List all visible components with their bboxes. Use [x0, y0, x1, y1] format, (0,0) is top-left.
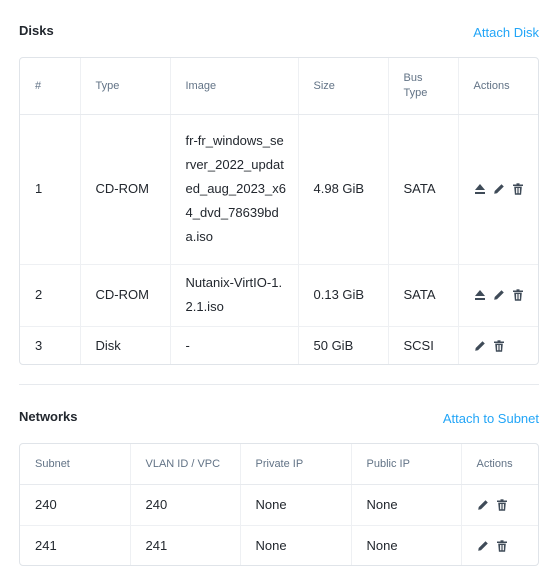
delete-icon[interactable] — [512, 289, 525, 302]
column-header-vlan: VLAN ID / VPC — [129, 444, 240, 485]
column-header-actions: Actions — [460, 444, 538, 485]
section-divider — [19, 384, 539, 385]
eject-icon[interactable] — [474, 183, 487, 196]
disk-size: 4.98 GiB — [297, 114, 388, 264]
actions-cell — [457, 263, 539, 326]
networks-header: Networks Attach to Subnet — [19, 407, 539, 426]
network-private-ip: None — [239, 524, 351, 565]
network-private-ip: None — [239, 484, 351, 525]
column-header-number: # — [20, 58, 80, 115]
disk-bus-type: SATA — [387, 114, 458, 264]
column-header-private-ip: Private IP — [239, 444, 351, 485]
column-header-type: Type — [79, 58, 170, 115]
row-actions — [477, 498, 539, 511]
disks-header: Disks Attach Disk — [19, 21, 539, 40]
disk-type: CD-ROM — [79, 263, 170, 326]
disk-image: Nutanix-VirtIO-1.2.1.iso — [169, 263, 298, 326]
row-actions — [474, 340, 539, 353]
disk-row[interactable]: 3 Disk -50 GiB SCSI — [20, 325, 539, 364]
disk-row[interactable]: 2 CD-ROM Nutanix-VirtIO-1.2.1.iso 0.13 GiB S… — [20, 263, 539, 326]
disk-number: 2 — [20, 263, 80, 326]
networks-table: Subnet VLAN ID / VPC Private IP Public I… — [19, 443, 539, 566]
networks-title: Networks — [19, 409, 78, 424]
disk-type: CD-ROM — [79, 114, 170, 264]
attach-disk-link[interactable]: Attach Disk — [473, 25, 539, 40]
network-subnet: 240 — [35, 496, 57, 512]
network-row[interactable]: 240 240 None None — [20, 484, 539, 525]
disks-table-header: # Type Image Size Bus Type Actions — [20, 58, 538, 115]
edit-icon[interactable] — [477, 539, 490, 552]
row-actions — [474, 289, 539, 302]
disks-title: Disks — [19, 23, 54, 38]
actions-cell — [460, 484, 539, 525]
network-vlan: 240 — [129, 484, 240, 525]
disk-number: 1 — [35, 181, 43, 196]
actions-cell — [457, 325, 539, 364]
disk-image: fr-fr_windows_server_2022_updated_aug_20… — [169, 114, 298, 264]
column-header-subnet: Subnet — [20, 444, 130, 485]
disks-table: # Type Image Size Bus Type Actions 1 CD-R… — [19, 57, 539, 365]
disk-size: 50 GiB — [297, 325, 388, 364]
edit-icon[interactable] — [474, 340, 487, 353]
delete-icon[interactable] — [496, 498, 509, 511]
actions-cell — [457, 114, 539, 264]
actions-cell — [460, 524, 539, 565]
column-header-image: Image — [169, 58, 298, 115]
disk-bus-type: SATA — [387, 263, 458, 326]
network-vlan: 241 — [129, 524, 240, 565]
disk-image: - — [169, 325, 298, 364]
column-header-size: Size — [297, 58, 388, 115]
disk-type: Disk — [79, 325, 170, 364]
delete-icon[interactable] — [496, 539, 509, 552]
row-actions — [477, 539, 539, 552]
network-public-ip: None — [350, 484, 461, 525]
delete-icon[interactable] — [493, 340, 506, 353]
attach-to-subnet-link[interactable]: Attach to Subnet — [443, 411, 539, 426]
column-header-public-ip: Public IP — [350, 444, 461, 485]
disk-bus-type: SCSI — [387, 325, 458, 364]
row-actions — [474, 183, 539, 196]
edit-icon[interactable] — [477, 498, 490, 511]
disk-row[interactable]: 1 CD-ROM fr-fr_windows_server_2022_updated… — [20, 114, 539, 264]
network-public-ip: None — [350, 524, 461, 565]
disk-size: 0.13 GiB — [297, 263, 388, 326]
column-header-bus-type: Bus Type — [387, 58, 458, 115]
delete-icon[interactable] — [512, 183, 525, 196]
edit-icon[interactable] — [493, 289, 506, 302]
edit-icon[interactable] — [493, 183, 506, 196]
networks-table-header: Subnet VLAN ID / VPC Private IP Public I… — [20, 444, 538, 485]
eject-icon[interactable] — [474, 289, 487, 302]
disk-number: 3 — [20, 325, 80, 364]
network-subnet: 241 — [20, 524, 130, 565]
column-header-actions: Actions — [457, 58, 538, 115]
network-row[interactable]: 241 241 None None — [20, 524, 539, 565]
